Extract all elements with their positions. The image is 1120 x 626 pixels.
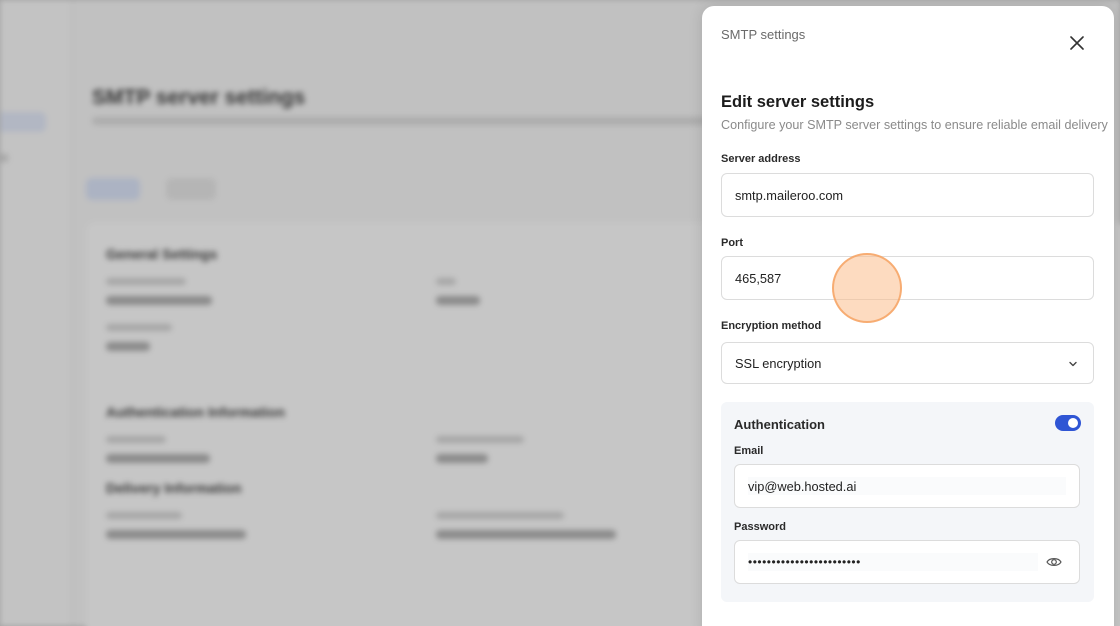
authentication-section: Authentication Email vip@web.hosted.ai P…	[721, 402, 1094, 602]
click-indicator	[832, 253, 902, 323]
eye-icon[interactable]	[1046, 555, 1062, 569]
password-field[interactable]: ••••••••••••••••••••••••	[734, 540, 1080, 584]
encryption-method-select[interactable]: SSL encryption	[721, 342, 1094, 384]
authentication-toggle[interactable]	[1055, 415, 1081, 431]
chevron-down-icon	[1069, 361, 1077, 367]
email-input[interactable]: vip@web.hosted.ai	[748, 479, 856, 494]
encryption-method-value: SSL encryption	[735, 355, 822, 371]
password-label: Password	[734, 521, 786, 533]
email-label: Email	[734, 445, 764, 457]
server-address-input[interactable]	[735, 187, 1093, 203]
port-input[interactable]	[735, 270, 1093, 286]
email-field[interactable]: vip@web.hosted.ai	[734, 464, 1080, 508]
form-description: Configure your SMTP server settings to e…	[721, 118, 1108, 132]
smtp-settings-drawer: SMTP settings Edit server settings Confi…	[702, 6, 1114, 626]
server-address-label: Server address	[721, 153, 801, 165]
port-field[interactable]	[721, 256, 1094, 300]
password-input[interactable]: ••••••••••••••••••••••••	[748, 555, 861, 569]
encryption-method-label: Encryption method	[721, 320, 822, 332]
drawer-title: SMTP settings	[721, 27, 806, 42]
server-address-field[interactable]	[721, 173, 1094, 217]
close-icon	[1070, 36, 1084, 50]
close-button[interactable]	[1068, 34, 1086, 52]
port-label: Port	[721, 237, 743, 249]
authentication-title: Authentication	[734, 417, 825, 432]
form-heading: Edit server settings	[721, 93, 875, 111]
toggle-knob	[1068, 418, 1078, 428]
